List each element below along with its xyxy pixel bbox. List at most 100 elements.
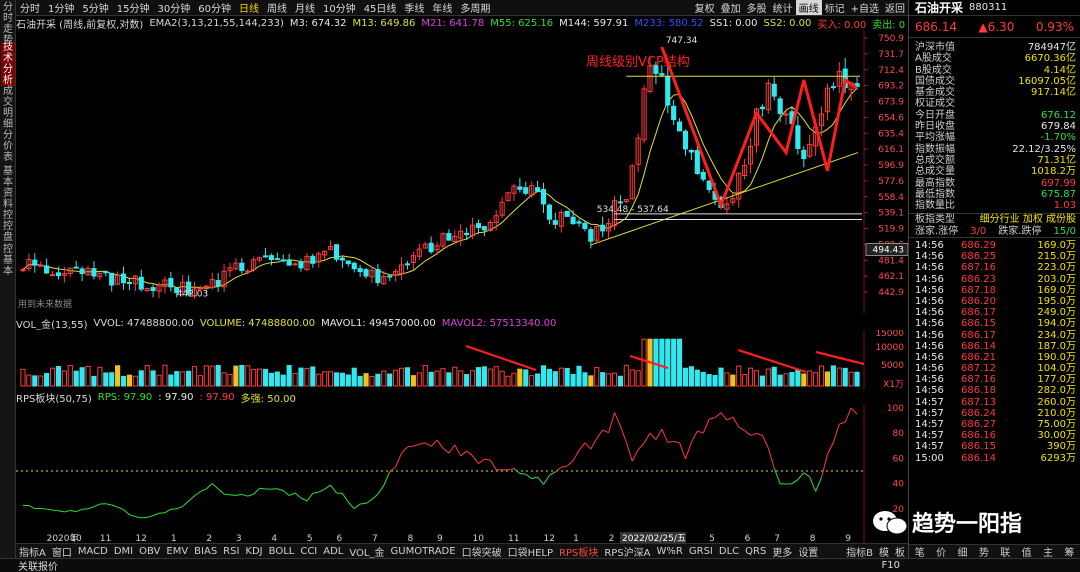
indicator-tab-5[interactable]: EMV — [163, 546, 191, 557]
volume-bar — [304, 367, 310, 387]
indicator-tab-1[interactable]: 窗口 — [49, 544, 75, 559]
indicator-tab-10[interactable]: CCI — [297, 546, 320, 557]
toolbar-button-6[interactable]: +自选 — [848, 0, 882, 15]
volume-bar — [582, 372, 588, 387]
main-chart-legend: 石油开采 (周线,前复权,对数) EMA2(3,13,21,55,144,233)… — [16, 16, 906, 31]
toolbar-button-3[interactable]: 统计 — [770, 0, 796, 15]
volume-bar — [458, 370, 464, 387]
indicator-tab-15[interactable]: 口袋HELP — [505, 544, 556, 559]
indicator-tab-13[interactable]: GUMOTRADE — [388, 546, 459, 557]
panel-footer-tab-0[interactable]: 笔 — [915, 544, 925, 559]
f10-label[interactable]: F10 — [882, 560, 900, 571]
indicator-tab-3[interactable]: DMI — [111, 546, 136, 557]
panel-footer-tab-6[interactable]: 主 — [1043, 544, 1053, 559]
indicator-tab-4[interactable]: OBV — [136, 546, 163, 557]
indicator-tab-14[interactable]: 口袋突破 — [459, 544, 505, 559]
panel-footer-tab-5[interactable]: 值 — [1022, 544, 1032, 559]
timeframe-5[interactable]: 60分钟 — [194, 0, 235, 15]
candle-body — [268, 255, 274, 261]
price-chart[interactable]: 750.9 731.7 712.4 693.2 673.9 654.6 635.4 616.1… — [16, 30, 908, 313]
toolbar-button-1[interactable]: 叠加 — [718, 0, 744, 15]
candle-body — [783, 113, 789, 116]
indicator-tab-22[interactable]: 更多 — [769, 544, 795, 559]
timeframe-6[interactable]: 日线 — [235, 0, 263, 15]
sidebar-tab-4[interactable]: 基本资料 — [1, 166, 15, 210]
indicator-tab-6[interactable]: BIAS — [191, 546, 220, 557]
rps-line-segment — [732, 416, 740, 428]
indicator-b-tab-2[interactable]: 板 — [892, 544, 908, 559]
timeframe-0[interactable]: 分时 — [16, 0, 44, 15]
timeframe-3[interactable]: 15分钟 — [113, 0, 154, 15]
volume-bar — [635, 370, 641, 387]
plate-type-value[interactable]: 细分行业 加权 成份股 — [980, 214, 1076, 225]
tick-row: 14:57 686.24 210.0万 — [909, 408, 1080, 419]
indicator-tab-16[interactable]: RPS板块 — [556, 544, 601, 559]
toolbar-button-2[interactable]: 多股 — [744, 0, 770, 15]
indicator-tab-2[interactable]: MACD — [75, 546, 111, 557]
timeframe-10[interactable]: 45日线 — [360, 0, 401, 15]
panel-footer-tab-7[interactable]: 筹 — [1064, 544, 1074, 559]
timeframe-4[interactable]: 30分钟 — [153, 0, 194, 15]
quote-field-label: 今日开盘 — [915, 109, 955, 121]
legend-item: 石油开采 (周线,前复权,对数) — [16, 19, 144, 31]
panel-footer-tab-4[interactable]: 联 — [1000, 544, 1010, 559]
tick-list[interactable]: 14:56 686.29 169.0万 14:56 686.25 215.0万 14:56 6… — [909, 237, 1080, 464]
timeframe-12[interactable]: 年线 — [428, 0, 456, 15]
panel-footer-tab-3[interactable]: 势 — [979, 544, 989, 559]
panel-footer-tab-2[interactable]: 细 — [957, 544, 967, 559]
volume-chart[interactable]: 15000 10000 5000 X1万 — [16, 330, 908, 390]
toolbar-button-4[interactable]: 画线 — [795, 0, 822, 15]
indicator-tab-12[interactable]: VOL_金 — [346, 544, 387, 559]
timeframe-11[interactable]: 季线 — [400, 0, 428, 15]
timeframe-8[interactable]: 月线 — [291, 0, 319, 15]
indicator-tab-7[interactable]: RSI — [220, 546, 242, 557]
timeframe-7[interactable]: 周线 — [263, 0, 291, 15]
candle-body — [535, 187, 541, 192]
indicator-tab-20[interactable]: DLC — [716, 546, 742, 557]
indicator-tab-23[interactable]: 设置 — [795, 544, 821, 559]
timeframe-1[interactable]: 1分钟 — [44, 0, 78, 15]
indicator-b-tab-1[interactable]: 模 — [876, 544, 892, 559]
candle-body — [694, 150, 700, 174]
sidebar-tab-6[interactable]: 控基本 — [1, 244, 15, 277]
timeframe-9[interactable]: 10分钟 — [319, 0, 360, 15]
rps-line-segment — [726, 416, 734, 421]
y-tick-label: 481.4 — [878, 256, 904, 266]
volume-bar — [830, 365, 836, 387]
timeframe-13[interactable]: 多周期 — [456, 0, 494, 15]
candle-body — [428, 242, 434, 253]
x-tick-label: 2 — [609, 534, 615, 543]
volume-bar — [144, 365, 150, 387]
indicator-tab-19[interactable]: GRSI — [686, 546, 716, 557]
panel-footer-tab-1[interactable]: 价 — [936, 544, 946, 559]
volume-bar — [540, 365, 547, 387]
indicator-tab-18[interactable]: W%R — [654, 546, 686, 557]
indicator-tab-9[interactable]: BOLL — [266, 546, 298, 557]
sidebar-tab-1[interactable]: 技术分析 — [1, 42, 15, 86]
y-tick-label: 577.6 — [878, 177, 904, 187]
linked-quote-label[interactable]: 关联报价 — [18, 558, 58, 572]
indicator-tab-8[interactable]: KDJ — [242, 546, 265, 557]
volume-bar — [795, 368, 801, 387]
indicator-tab-11[interactable]: ADL — [320, 546, 346, 557]
sidebar-tab-0[interactable]: 分时走势 — [1, 2, 15, 46]
timeframe-2[interactable]: 5分钟 — [78, 0, 112, 15]
toolbar-button-7[interactable]: 返回 — [882, 0, 908, 15]
quote-field-label: 总成交额 — [915, 154, 955, 166]
rps-chart[interactable]: 100806040202020年101112123456789101112123… — [16, 404, 908, 543]
rps-line-segment — [744, 430, 751, 436]
sidebar-tab-5[interactable]: 控控盘 — [1, 210, 15, 243]
volume-bar — [357, 375, 363, 387]
toolbar-button-5[interactable]: 标记 — [822, 0, 848, 15]
volume-bar — [694, 369, 700, 387]
sidebar-tab-2[interactable]: 成交明细 — [1, 86, 15, 130]
rps-line-segment — [312, 491, 319, 494]
indicator-tab-0[interactable]: 指标A — [16, 544, 49, 559]
sidebar-tab-3[interactable]: 分价表 — [1, 130, 15, 163]
indicator-tab-17[interactable]: RPS沪深A — [601, 544, 653, 559]
indicator-b-tab-0[interactable]: 指标B — [843, 544, 876, 559]
toolbar-button-0[interactable]: 复权 — [692, 0, 718, 15]
volume-bar — [286, 365, 292, 387]
volume-bar — [487, 368, 493, 387]
indicator-tab-21[interactable]: QRS — [742, 546, 769, 557]
